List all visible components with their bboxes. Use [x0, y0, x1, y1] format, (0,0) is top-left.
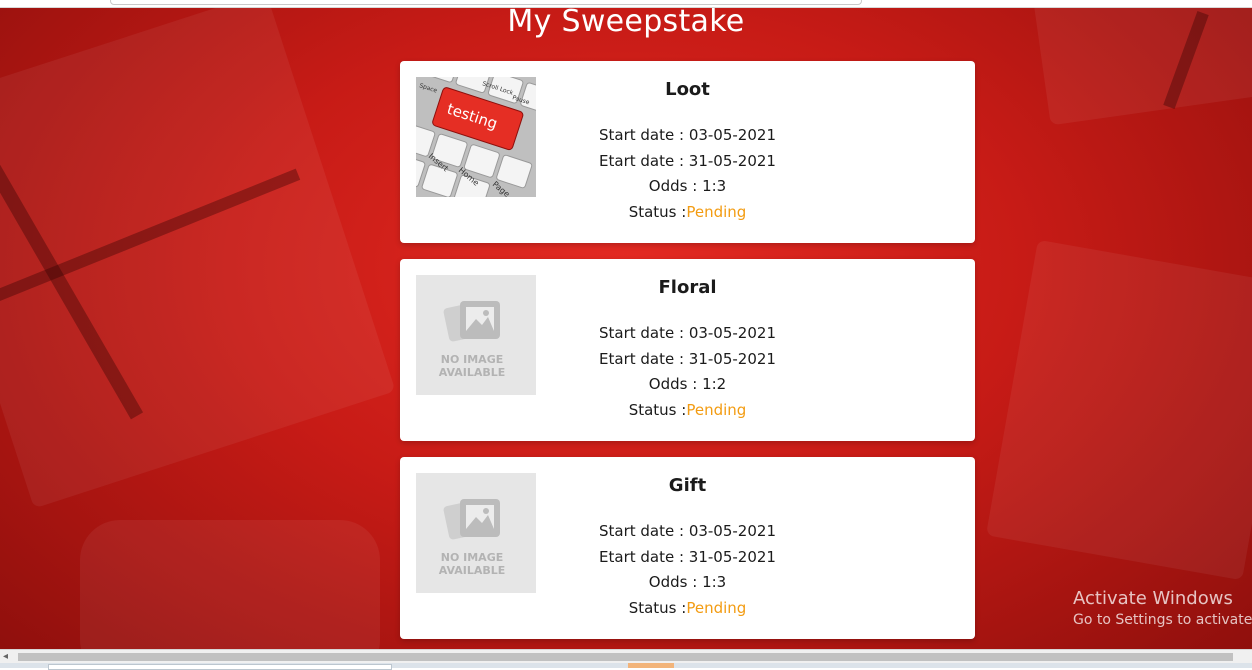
status-label: Status :	[628, 203, 687, 221]
end-date-row: Etart date : 31-05-2021	[400, 152, 975, 170]
page-title: My Sweepstake	[507, 4, 745, 39]
sweepstake-name: Loot	[665, 79, 710, 100]
end-date-value: 31-05-2021	[688, 548, 776, 566]
start-date-value: 03-05-2021	[688, 522, 776, 540]
status-label: Status :	[628, 401, 687, 419]
start-date-label: Start date :	[598, 324, 689, 342]
odds-label: Odds :	[648, 177, 703, 195]
end-date-row: Etart date : 31-05-2021	[400, 350, 975, 368]
odds-value: 1:2	[702, 375, 727, 393]
activate-windows-watermark: Activate Windows Go to Settings to activ…	[1073, 588, 1252, 628]
gift-box-decoration-bottom	[80, 520, 380, 668]
end-date-value: 31-05-2021	[688, 152, 776, 170]
end-date-label: Etart date :	[599, 152, 689, 170]
taskbar-active-app[interactable]	[628, 663, 674, 668]
start-date-row: Start date : 03-05-2021	[400, 324, 975, 342]
sweepstake-name: Gift	[668, 475, 707, 496]
status-badge: Pending	[686, 599, 747, 617]
status-row: Status :Pending	[400, 401, 975, 419]
horizontal-scrollbar[interactable]: ◂	[0, 649, 1252, 664]
start-date-row: Start date : 03-05-2021	[400, 126, 975, 144]
gift-box-decoration-right	[985, 239, 1252, 581]
odds-row: Odds : 1:2	[400, 375, 975, 393]
odds-value: 1:3	[702, 177, 727, 195]
status-badge: Pending	[686, 203, 747, 221]
sweepstake-card[interactable]: NO IMAGE AVAILABLE Floral Start date : 0…	[400, 259, 975, 441]
odds-row: Odds : 1:3	[400, 177, 975, 195]
status-row: Status :Pending	[400, 599, 975, 617]
start-date-label: Start date :	[598, 522, 689, 540]
start-date-value: 03-05-2021	[688, 324, 776, 342]
status-row: Status :Pending	[400, 203, 975, 221]
odds-value: 1:3	[702, 573, 727, 591]
watermark-subtitle: Go to Settings to activate W	[1073, 612, 1252, 628]
odds-row: Odds : 1:3	[400, 573, 975, 591]
start-date-value: 03-05-2021	[688, 126, 776, 144]
odds-label: Odds :	[648, 375, 703, 393]
sweepstake-card[interactable]: Space Scroll Lock Pause testing Insert H…	[400, 61, 975, 243]
scrollbar-thumb[interactable]	[18, 653, 1233, 661]
watermark-title: Activate Windows	[1073, 588, 1233, 609]
taskbar-search[interactable]	[48, 664, 392, 670]
scroll-left-icon[interactable]: ◂	[3, 650, 8, 664]
odds-label: Odds :	[648, 573, 703, 591]
start-date-label: Start date :	[598, 126, 689, 144]
end-date-row: Etart date : 31-05-2021	[400, 548, 975, 566]
sweepstake-card[interactable]: NO IMAGE AVAILABLE Gift Start date : 03-…	[400, 457, 975, 639]
status-badge: Pending	[686, 401, 747, 419]
start-date-row: Start date : 03-05-2021	[400, 522, 975, 540]
status-label: Status :	[628, 599, 687, 617]
end-date-label: Etart date :	[599, 350, 689, 368]
gift-box-decoration-left	[0, 0, 396, 509]
end-date-value: 31-05-2021	[688, 350, 776, 368]
sweepstake-name: Floral	[658, 277, 717, 298]
end-date-label: Etart date :	[599, 548, 689, 566]
taskbar	[0, 663, 1252, 670]
